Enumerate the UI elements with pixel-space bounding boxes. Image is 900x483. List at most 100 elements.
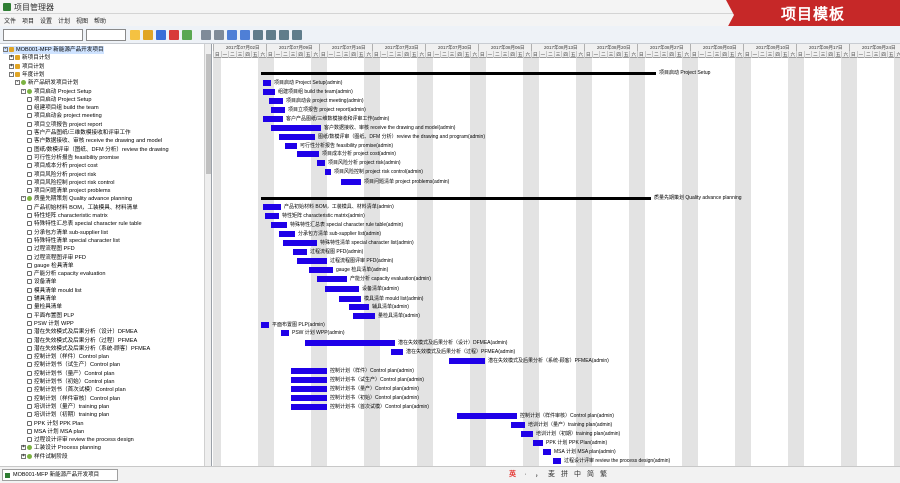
- menu-item[interactable]: 计划: [58, 16, 70, 25]
- summary-bar[interactable]: [261, 197, 651, 200]
- task-bar[interactable]: [291, 395, 327, 401]
- tree-row[interactable]: 项目成本分析 project cost: [27, 162, 98, 170]
- tree-row[interactable]: MSA 计划 MSA plan: [27, 428, 84, 436]
- summary-bar[interactable]: [261, 72, 656, 75]
- expand-icon[interactable]: +: [21, 445, 26, 451]
- tree-row[interactable]: + 样件试制阶段: [21, 453, 68, 461]
- tree-row[interactable]: 项目问题清单 project problems: [27, 187, 110, 195]
- tree-row[interactable]: 控制计划书（量产）Control plan: [27, 370, 115, 378]
- tree-row[interactable]: 产能分析 capacity evaluation: [27, 270, 106, 278]
- task-bar[interactable]: [511, 422, 525, 428]
- task-bar[interactable]: [449, 358, 485, 364]
- tree-row[interactable]: - MOB001-MFP 新能源产品开发项目: [3, 46, 104, 54]
- open-icon[interactable]: [143, 30, 153, 40]
- tree-row[interactable]: 培训计划（量产）training plan: [27, 403, 109, 411]
- menu-item[interactable]: 帮助: [94, 16, 106, 25]
- task-bar[interactable]: [263, 204, 281, 210]
- tree-row[interactable]: - 项目启动 Project Setup: [21, 88, 92, 96]
- task-bar[interactable]: [521, 431, 533, 437]
- ime-button[interactable]: ·: [521, 470, 530, 480]
- task-bar[interactable]: [261, 322, 269, 328]
- project-select[interactable]: [3, 29, 83, 41]
- tree-row[interactable]: 客户产品图纸/三维数模接收和评审工作: [27, 129, 131, 137]
- search-input[interactable]: [86, 29, 126, 41]
- task-bar[interactable]: [317, 276, 347, 282]
- task-bar[interactable]: [291, 386, 327, 392]
- expand-icon[interactable]: +: [21, 453, 26, 459]
- ime-button[interactable]: 英: [508, 470, 517, 480]
- tree-row[interactable]: 潜在失效模式及后果分析（过程）PFMEA: [27, 337, 137, 345]
- ime-button[interactable]: 繁: [599, 470, 608, 480]
- ime-button[interactable]: 拼: [560, 470, 569, 480]
- expand-icon[interactable]: +: [9, 63, 14, 69]
- tree-row[interactable]: 图纸/数模评审（图纸、DFM 分析）review the drawing: [27, 146, 169, 154]
- tree-row[interactable]: 控制计划书（试生产）Control plan: [27, 361, 120, 369]
- delete-icon[interactable]: [169, 30, 179, 40]
- task-bar[interactable]: [391, 349, 403, 355]
- task-bar[interactable]: [271, 125, 321, 131]
- task-bar[interactable]: [297, 151, 319, 157]
- task-bar[interactable]: [297, 258, 327, 264]
- task-bar[interactable]: [543, 449, 551, 455]
- task-bar[interactable]: [271, 107, 285, 113]
- tree-row[interactable]: - 新产品研发项目计划: [15, 79, 78, 87]
- task-bar[interactable]: [269, 98, 283, 104]
- ime-button[interactable]: ，: [534, 470, 543, 480]
- tree-row[interactable]: 潜在失效模式及后果分析（设计）DFMEA: [27, 328, 138, 336]
- tree-row[interactable]: - 年度计划: [9, 71, 44, 79]
- task-bar[interactable]: [263, 80, 271, 86]
- tree-row[interactable]: PSW 计划 WPP: [27, 320, 74, 328]
- tree-row[interactable]: 客户数据接收、审核 receive the drawing and model: [27, 137, 162, 145]
- task-bar[interactable]: [317, 160, 325, 166]
- zoom-out-icon[interactable]: [266, 30, 276, 40]
- collapse-icon[interactable]: -: [15, 80, 20, 86]
- task-bar[interactable]: [349, 304, 369, 310]
- tree-row[interactable]: 产品初始材料 BOM，工装模具、材料清单: [27, 204, 138, 212]
- find-icon[interactable]: [279, 30, 289, 40]
- task-bar[interactable]: [553, 458, 561, 464]
- tree-row[interactable]: + 工装设计 Process planning: [21, 444, 101, 452]
- tree-row[interactable]: 过程流程图 PFD: [27, 245, 75, 253]
- task-bar[interactable]: [285, 143, 297, 149]
- tree-row[interactable]: 特殊特性清单 special character list: [27, 237, 120, 245]
- task-bar[interactable]: [309, 267, 333, 273]
- task-bar[interactable]: [353, 313, 375, 319]
- tree-row[interactable]: 项目启动 Project Setup: [27, 96, 92, 104]
- task-bar[interactable]: [341, 179, 361, 185]
- collapse-icon[interactable]: -: [9, 71, 14, 77]
- task-bar[interactable]: [305, 340, 395, 346]
- tree-row[interactable]: 控制计划（样件审核）Control plan: [27, 395, 120, 403]
- tree-row[interactable]: 组建项目组 build the team: [27, 104, 99, 112]
- tree-row[interactable]: PPK 计划 PPK Plan: [27, 420, 83, 428]
- zoom-in-icon[interactable]: [253, 30, 263, 40]
- collapse-icon[interactable]: -: [21, 196, 26, 202]
- task-bar[interactable]: [291, 377, 327, 383]
- unlink-icon[interactable]: [240, 30, 250, 40]
- tree-row[interactable]: 控制计划书（首次试模）Control plan: [27, 386, 126, 394]
- tree-row[interactable]: 培训计划（初期）training plan: [27, 411, 109, 419]
- tree-row[interactable]: 设备清单: [27, 278, 56, 286]
- tree-scrollbar[interactable]: [204, 44, 211, 466]
- task-bar[interactable]: [325, 169, 331, 175]
- task-bar[interactable]: [291, 368, 327, 374]
- ime-button[interactable]: 中: [573, 470, 582, 480]
- collapse-icon[interactable]: -: [21, 88, 26, 94]
- tree-row[interactable]: 控制计划书（初始）Control plan: [27, 378, 115, 386]
- document-tab[interactable]: MOB001-MFP 新能源产品开发项目: [2, 469, 118, 481]
- new-icon[interactable]: [130, 30, 140, 40]
- task-bar[interactable]: [293, 249, 307, 255]
- tree-row[interactable]: 过程设计评审 review the process design: [27, 436, 134, 444]
- task-bar[interactable]: [291, 404, 327, 410]
- tree-row[interactable]: + 新项目计划: [9, 54, 50, 62]
- tree-row[interactable]: + 项目计划: [9, 63, 44, 71]
- tree-row[interactable]: - 质量先期策划 Quality advance planning: [21, 195, 132, 203]
- tree-row[interactable]: 项目启动会 project meeting: [27, 112, 102, 120]
- tree-row[interactable]: 潜在失效模式及后果分析（系统-顾客）PFMEA: [27, 345, 150, 353]
- link-icon[interactable]: [227, 30, 237, 40]
- tree-row[interactable]: 分承包方清单 sub-supplier list: [27, 229, 108, 237]
- tree-row[interactable]: 控制计划（样件）Control plan: [27, 353, 109, 361]
- menu-item[interactable]: 视图: [76, 16, 88, 25]
- tree-row[interactable]: 项目风险控制 project risk control: [27, 179, 115, 187]
- tree-row[interactable]: 量检具清单: [27, 303, 62, 311]
- menu-item[interactable]: 设置: [40, 16, 52, 25]
